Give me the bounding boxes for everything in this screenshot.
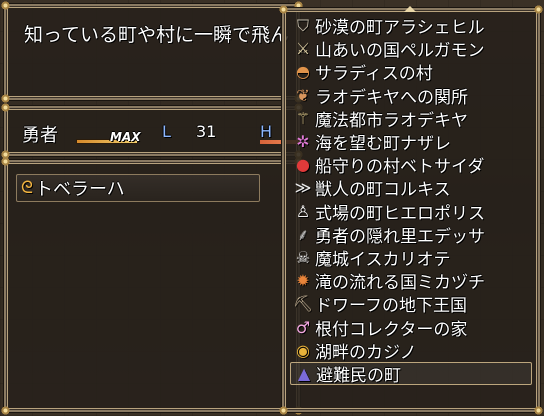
skill-window: ᘓ トベラーハ bbox=[1, 157, 303, 415]
sparkle-icon: ✲ bbox=[296, 132, 310, 152]
wand-icon: ⚚ bbox=[295, 108, 311, 128]
game-screen: 知っている町や村に一瞬で飛ん 勇者 MAX L 31 H ᘓ トベラーハ ⛉ 砂漠… bbox=[0, 0, 544, 416]
destination-label: 根付コレクターの家 bbox=[315, 319, 468, 340]
destination-item[interactable]: ⛏ ドワーフの地下王国 bbox=[290, 292, 532, 317]
level-value: 31 bbox=[196, 122, 217, 141]
destination-label: 船守りの村ベトサイダ bbox=[315, 157, 485, 178]
destination-item[interactable]: ◉ 湖畔のカジノ bbox=[290, 339, 532, 363]
destination-item[interactable]: ♙ 式場の町ヒエロポリス bbox=[290, 200, 532, 224]
destination-label: 魔法都市ラオデキヤ bbox=[315, 110, 468, 131]
destination-label: 海を望む町ナザレ bbox=[315, 134, 451, 155]
coin-icon: ◉ bbox=[296, 340, 310, 360]
destination-item[interactable]: ♂ 根付コレクターの家 bbox=[290, 315, 532, 340]
destination-item[interactable]: ● 船守りの村ベトサイダ bbox=[290, 153, 532, 178]
destination-label: 滝の流れる国ミカヅチ bbox=[315, 273, 485, 294]
actor-status-window: 勇者 MAX L 31 H bbox=[1, 103, 303, 159]
curl-sparkle-icon: ᘓ bbox=[21, 178, 33, 198]
destination-label: 砂漠の町アラシェヒル bbox=[315, 18, 485, 39]
destination-item[interactable]: ⛉ 砂漠の町アラシェヒル bbox=[290, 14, 532, 39]
destination-label: 湖畔のカジノ bbox=[315, 342, 417, 363]
destination-label: 獣人の町コルキス bbox=[315, 180, 451, 201]
destination-item[interactable]: ⚚ 魔法都市ラオデキヤ bbox=[290, 107, 532, 131]
destination-item[interactable]: ⸙ 勇者の隠れ里エデッサ bbox=[290, 223, 532, 247]
skill-item[interactable]: ᘓ トベラーハ bbox=[16, 174, 260, 202]
crossed-swords-icon: ⚔ bbox=[295, 39, 311, 59]
help-text: 知っている町や村に一瞬で飛ん bbox=[24, 24, 290, 46]
pickaxe-icon: ⛏ bbox=[292, 294, 314, 314]
destination-label: ドワーフの地下王国 bbox=[315, 296, 467, 317]
flame-sword-icon: ✹ bbox=[296, 271, 310, 291]
pie-icon: ◓ bbox=[296, 62, 310, 82]
shield-icon: ⛉ bbox=[296, 15, 309, 35]
destination-item[interactable]: ▲ 避難民の町 bbox=[290, 361, 532, 386]
destination-label: サラディスの村 bbox=[315, 64, 433, 85]
destination-label: 式場の町ヒエロポリス bbox=[315, 203, 485, 224]
destination-label: ラオデキヤへの関所 bbox=[315, 87, 468, 108]
wizard-hat-icon: ▲ bbox=[297, 363, 311, 383]
scroll-up-arrow[interactable] bbox=[404, 6, 416, 12]
skill-label: トベラーハ bbox=[34, 179, 125, 200]
help-window: 知っている町や村に一瞬で飛ん bbox=[1, 1, 303, 103]
destination-label: 山あいの国ペルガモン bbox=[315, 41, 485, 62]
destination-item[interactable]: ◓ サラディスの村 bbox=[290, 60, 532, 85]
dress-icon: ♙ bbox=[295, 201, 311, 221]
destination-label: 避難民の町 bbox=[316, 365, 401, 386]
destination-item[interactable]: ⚔ 山あいの国ペルガモン bbox=[290, 37, 532, 62]
destination-list: ⛉ 砂漠の町アラシェヒル ⚔ 山あいの国ペルガモン ◓ サラディスの村 ❦ ラオデキヤへの関所… bbox=[290, 14, 532, 386]
destination-list-window: ⛉ 砂漠の町アラシェヒル ⚔ 山あいの国ペルガモン ◓ サラディスの村 ❦ ラオデキヤへの関所… bbox=[279, 5, 543, 415]
red-orb-icon: ● bbox=[296, 155, 310, 175]
feather-icon: ⸙ bbox=[296, 225, 309, 245]
hp-label: H bbox=[260, 122, 273, 141]
meat-icon: ❦ bbox=[296, 85, 310, 105]
destination-item[interactable]: ≫ 獣人の町コルキス bbox=[290, 176, 532, 201]
max-label: MAX bbox=[110, 130, 141, 144]
skull-icon: ☠ bbox=[295, 247, 311, 267]
claw-icon: ≫ bbox=[294, 178, 312, 198]
destination-item[interactable]: ☠ 魔城イスカリオテ bbox=[290, 246, 532, 270]
charm-icon: ♂ bbox=[295, 317, 311, 337]
actor-name: 勇者 bbox=[22, 125, 58, 146]
destination-label: 勇者の隠れ里エデッサ bbox=[315, 226, 485, 247]
destination-item[interactable]: ❦ ラオデキヤへの関所 bbox=[290, 84, 532, 108]
destination-item[interactable]: ✹ 滝の流れる国ミカヅチ bbox=[290, 269, 532, 294]
destination-item[interactable]: ✲ 海を望む町ナザレ bbox=[290, 130, 532, 155]
destination-label: 魔城イスカリオテ bbox=[315, 249, 451, 270]
level-label: L bbox=[162, 122, 171, 141]
